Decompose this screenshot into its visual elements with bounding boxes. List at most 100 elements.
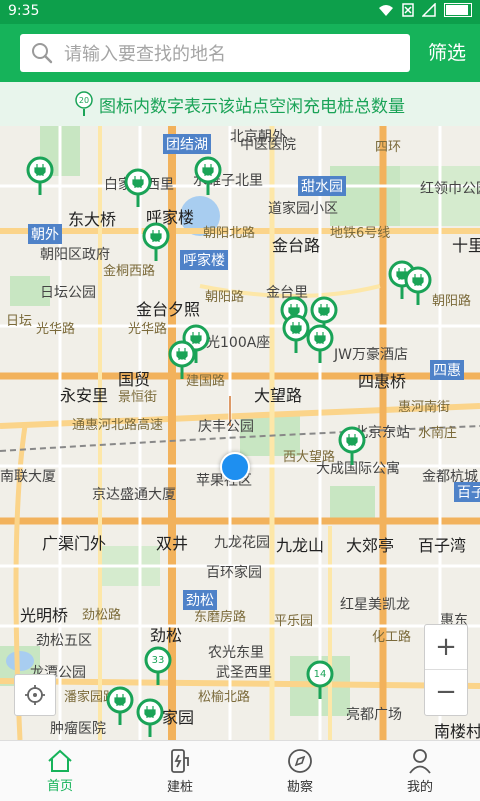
map-place-label: 十里	[452, 236, 480, 255]
crosshair-icon	[25, 685, 45, 705]
map-place-label: 金桐西路	[103, 264, 156, 279]
svg-text:14: 14	[314, 669, 327, 680]
map-place-label: 朝阳北路	[203, 226, 256, 241]
map-place-label: 松榆北路	[198, 690, 251, 705]
svg-text:20: 20	[79, 96, 89, 105]
map-place-label: 通惠河北路高速	[72, 418, 164, 433]
map-place-label: 金台夕照	[136, 300, 201, 319]
map-place-label: 京达盛通大厦	[92, 487, 176, 503]
map-place-label: 农光东里	[208, 645, 264, 661]
map-place-label: 朝阳路	[432, 294, 472, 309]
tab-me[interactable]: 我的	[360, 741, 480, 801]
map-place-label: 光明桥	[20, 606, 69, 625]
notice-text: 图标内数字表示该站点空闲充电桩总数量	[99, 96, 405, 117]
map-place-label: 东大桥	[68, 210, 117, 229]
map-place-label: 光华路	[36, 322, 76, 337]
map-place-label: 四环	[375, 140, 402, 155]
current-location-marker	[220, 452, 250, 482]
status-bar: 9:35	[0, 0, 480, 24]
bottom-tab-bar: 首页 建桩 勘察 我的	[0, 740, 480, 801]
map-place-label: 地铁6号线	[330, 226, 391, 241]
tab-survey[interactable]: 勘察	[240, 741, 360, 801]
map-place-label: 大郊亭	[346, 536, 395, 555]
map-place-label: 朝阳区政府	[40, 247, 110, 263]
signal-icon	[422, 3, 436, 17]
map-place-label: 平乐园	[274, 614, 314, 629]
locate-button[interactable]	[14, 674, 56, 716]
wifi-icon	[379, 5, 393, 16]
map-place-label: 四惠	[430, 360, 464, 380]
tab-survey-label: 勘察	[286, 779, 313, 795]
map-place-label: 红领巾公园	[420, 181, 480, 197]
zoom-control: + −	[424, 624, 468, 716]
charging-station-pin[interactable]: 33	[144, 646, 172, 686]
tab-me-label: 我的	[406, 779, 433, 795]
charging-station-pin[interactable]	[142, 222, 170, 262]
map-place-label: 南联大厦	[0, 469, 56, 485]
map-place-label: 永安里	[60, 386, 109, 405]
map-place-label: 中医医院	[240, 137, 296, 153]
map-place-label: 广渠门外	[42, 534, 107, 553]
search-icon	[32, 43, 53, 64]
map-place-label: 双井	[156, 534, 189, 553]
tab-build[interactable]: 建桩	[120, 741, 240, 801]
map-place-label: 景恒街	[118, 390, 158, 405]
charging-station-pin[interactable]	[124, 168, 152, 208]
notice-bar: 20 图标内数字表示该站点空闲充电桩总数量	[0, 82, 480, 126]
map-place-label: 武圣西里	[216, 665, 272, 681]
person-icon	[409, 748, 431, 774]
zoom-out-button[interactable]: −	[425, 670, 467, 714]
map-place-label: 亮都广场	[346, 707, 402, 723]
compass-icon	[288, 748, 312, 773]
map-place-label: 劲松	[150, 626, 183, 645]
charging-station-pin[interactable]	[404, 266, 432, 306]
map-place-label: 南楼村	[434, 722, 480, 740]
map-place-label: 光100A座	[206, 335, 271, 351]
charger-pin-icon: 20	[75, 91, 93, 116]
map-place-label: 光华路	[128, 322, 168, 337]
map-place-label: 惠河南街	[398, 400, 451, 415]
map-place-label: 百子湾	[418, 536, 467, 555]
map-place-label: 朝阳路	[205, 290, 245, 305]
search-box[interactable]	[20, 34, 410, 72]
search-input[interactable]	[62, 38, 396, 70]
battery-icon	[444, 3, 472, 17]
charging-station-pin[interactable]	[136, 698, 164, 738]
map-place-label: 呼家楼	[180, 250, 228, 270]
no-sim-icon	[402, 3, 414, 17]
map-place-label: 九龙花园	[214, 535, 270, 551]
charging-station-pin[interactable]	[168, 340, 196, 380]
map-place-label: 大望路	[254, 386, 303, 405]
map-view[interactable]: 北京朝外团结湖中医医院四环白家庄西里水碓子北里甜水园红领巾公园东大桥呼家楼道家园…	[0, 126, 480, 740]
map-place-label: 团结湖	[163, 134, 211, 154]
charging-station-pin[interactable]	[306, 324, 334, 364]
map-place-label: 日坛	[6, 314, 33, 329]
map-place-label: 朝外	[28, 224, 62, 244]
map-place-label: 金台路	[272, 236, 321, 255]
map-place-label: 庆丰公园	[198, 419, 254, 435]
map-place-label: 劲松路	[82, 608, 122, 623]
map-place-label: 九龙山	[276, 536, 325, 555]
tab-build-label: 建桩	[166, 779, 193, 795]
tab-home[interactable]: 首页	[0, 741, 120, 801]
filter-button[interactable]: 筛选	[428, 34, 466, 72]
map-place-label: 日坛公园	[40, 285, 96, 301]
map-place-label: 甜水园	[298, 176, 346, 196]
charging-station-pin[interactable]	[26, 156, 54, 196]
map-place-label: 东磨房路	[194, 610, 247, 625]
map-place-label: 家园	[162, 708, 195, 727]
charging-station-pin[interactable]	[338, 426, 366, 466]
charging-station-pin[interactable]: 14	[306, 660, 334, 700]
map-place-label: 道家园小区	[268, 201, 338, 217]
map-place-label: 百环家园	[206, 565, 262, 581]
charging-station-pin[interactable]	[194, 156, 222, 196]
zoom-in-button[interactable]: +	[425, 625, 467, 670]
home-icon	[48, 749, 72, 772]
charger-icon	[171, 748, 189, 773]
map-place-label: JW万豪酒店	[334, 347, 408, 363]
tab-home-label: 首页	[46, 778, 73, 794]
status-time: 9:35	[8, 3, 40, 19]
charging-station-pin[interactable]	[106, 686, 134, 726]
map-place-label: 化工路	[372, 630, 412, 645]
map-place-label: 四惠桥	[358, 372, 407, 391]
